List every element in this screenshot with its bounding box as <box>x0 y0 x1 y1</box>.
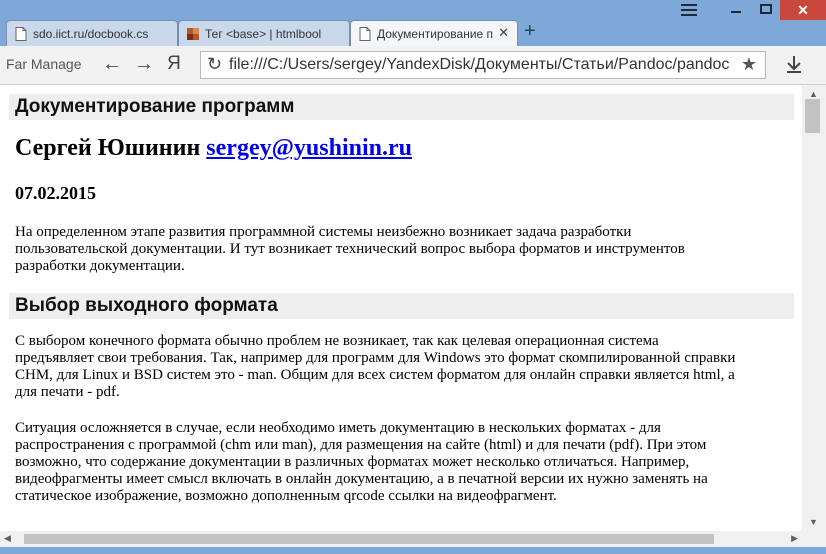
minimize-button[interactable] <box>722 0 752 20</box>
paragraph-situation: Ситуация осложняется в случае, если необ… <box>15 420 795 505</box>
author-name: Сергей Юшинин <box>15 135 201 161</box>
url-text[interactable]: file:///C:/Users/sergey/YandexDisk/Докум… <box>229 56 729 74</box>
author-email-link[interactable]: sergey@yushinin.ru <box>206 135 412 161</box>
text-line: для печати - pdf. <box>15 384 120 400</box>
close-tab-icon[interactable]: ✕ <box>498 25 509 41</box>
download-icon[interactable] <box>782 52 806 76</box>
far-manager-button[interactable]: Far Manage <box>6 56 90 72</box>
scroll-down-icon[interactable]: ▼ <box>809 517 818 527</box>
text-line: С выбором конечного формата обычно пробл… <box>15 333 659 349</box>
text-line: разработки документации. <box>15 258 185 274</box>
scroll-right-icon[interactable]: ▶ <box>791 533 798 544</box>
text-line: CHM, для Linux и BSD систем это - man. О… <box>15 367 735 383</box>
browser-window: sdo.iict.ru/docbook.cs Тег <base> | html… <box>0 0 826 554</box>
text-line: распространения с программой (chm или ma… <box>15 437 707 453</box>
text-line: статическое изображение, возможно дополн… <box>15 488 557 504</box>
text-line: пользовательской документации. И тут воз… <box>15 241 685 257</box>
text-line: Ситуация осложняется в случае, если необ… <box>15 420 661 436</box>
maximize-button[interactable] <box>752 0 780 20</box>
horizontal-scrollbar[interactable]: ◀ ▶ <box>0 531 802 547</box>
menu-icon[interactable] <box>681 4 697 19</box>
tab-htmlbook[interactable]: Тег <base> | htmlbool <box>178 20 350 46</box>
tab-docbook[interactable]: sdo.iict.ru/docbook.cs <box>6 20 178 46</box>
text-line: предъявляет свои требования. Так, наприм… <box>15 350 736 366</box>
tab-label: Тег <base> | htmlbool <box>205 27 322 41</box>
page-title: Документирование программ <box>9 94 794 120</box>
maximize-icon <box>760 4 772 14</box>
new-tab-button[interactable]: + <box>524 21 536 41</box>
author-line: Сергей Юшинин sergey@yushinin.ru <box>15 135 795 162</box>
yandex-icon[interactable]: Я <box>162 52 186 76</box>
bookmark-star-icon[interactable]: ★ <box>741 54 757 75</box>
close-window-button[interactable]: ✕ <box>780 0 826 20</box>
horizontal-scroll-thumb[interactable] <box>24 534 714 544</box>
document-date: 07.02.2015 <box>15 183 96 203</box>
text-line: На определенном этапе развития программн… <box>15 224 632 240</box>
vertical-scrollbar[interactable]: ▲ ▼ <box>802 85 826 531</box>
address-bar[interactable]: ↻ file:///C:/Users/sergey/YandexDisk/Док… <box>200 51 766 79</box>
scroll-left-icon[interactable]: ◀ <box>4 533 11 544</box>
back-icon[interactable]: ← <box>100 52 124 76</box>
window-frame <box>0 547 826 554</box>
site-favicon-icon <box>187 28 199 40</box>
paragraph-intro: На определенном этапе развития программн… <box>15 224 795 275</box>
toolbar: Far Manage ← → Я ↻ file:///C:/Users/serg… <box>0 46 826 85</box>
page-icon <box>359 27 371 41</box>
tab-documentation[interactable]: Документирование п ✕ <box>350 20 518 47</box>
section-heading: Выбор выходного формата <box>9 293 794 319</box>
text-line: видеофрагменты имеет смысл включать в он… <box>15 471 708 487</box>
scroll-up-icon[interactable]: ▲ <box>809 89 818 99</box>
paragraph-format: С выбором конечного формата обычно пробл… <box>15 333 795 401</box>
text-line: возможно, что содержание документации в … <box>15 454 690 470</box>
reload-icon[interactable]: ↻ <box>207 54 222 75</box>
scrollbar-corner <box>802 531 826 547</box>
vertical-scroll-thumb[interactable] <box>805 99 820 133</box>
tab-label: Документирование п <box>377 27 494 41</box>
page-icon <box>15 27 27 41</box>
minimize-icon <box>731 11 741 13</box>
tab-strip: sdo.iict.ru/docbook.cs Тег <base> | html… <box>0 0 826 47</box>
tab-label: sdo.iict.ru/docbook.cs <box>33 27 149 41</box>
forward-icon[interactable]: → <box>132 52 156 76</box>
page-content: Документирование программ Сергей Юшинин … <box>0 85 802 531</box>
